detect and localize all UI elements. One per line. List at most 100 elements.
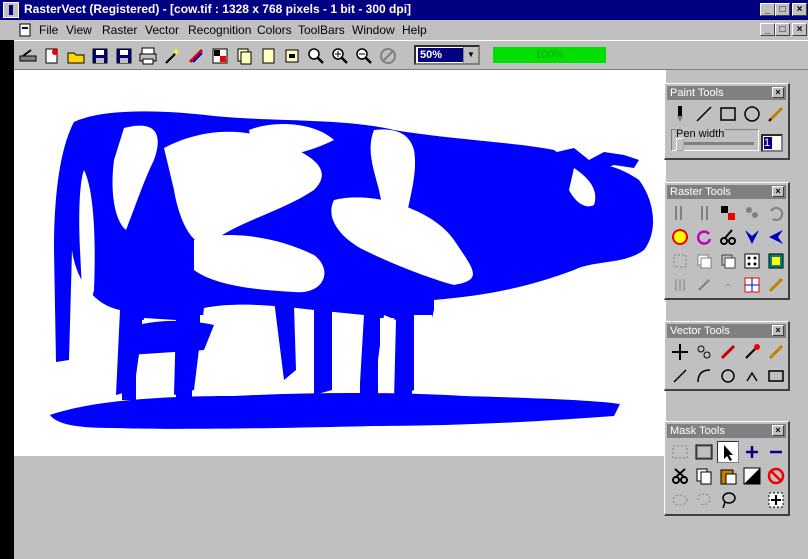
new-file-icon[interactable] <box>41 45 63 67</box>
minus-mask-icon[interactable] <box>765 441 787 463</box>
layers-icon[interactable] <box>693 250 715 272</box>
close-button[interactable]: × <box>792 3 807 16</box>
menu-file[interactable]: File <box>39 23 58 37</box>
select-area-icon[interactable] <box>669 250 691 272</box>
rectangle-icon[interactable] <box>717 103 739 125</box>
invert-icon[interactable] <box>741 465 763 487</box>
page-icon[interactable] <box>257 45 279 67</box>
triangle-icon[interactable] <box>741 365 763 387</box>
scissors-icon[interactable] <box>669 465 691 487</box>
menu-recognition[interactable]: Recognition <box>188 23 251 37</box>
chevron-down-icon[interactable]: ▼ <box>463 47 478 63</box>
flip-icon[interactable] <box>693 202 715 224</box>
mask-select-all-icon[interactable] <box>693 441 715 463</box>
menu-help[interactable]: Help <box>402 23 427 37</box>
menu-vector[interactable]: Vector <box>145 23 179 37</box>
arrow-left-icon[interactable] <box>765 226 787 248</box>
zoom-value: 50% <box>418 48 466 62</box>
doc-restore-button[interactable]: □ <box>775 23 790 36</box>
vector-tools-palette: Vector Tools × <box>664 321 790 391</box>
scanner-icon[interactable] <box>17 45 39 67</box>
despeckle-icon[interactable] <box>741 202 763 224</box>
save-as-icon[interactable] <box>113 45 135 67</box>
zoom-select[interactable]: 50% ▼ <box>414 45 480 65</box>
stop-icon[interactable] <box>377 45 399 67</box>
minus-icon[interactable] <box>717 274 739 296</box>
crop-icon[interactable] <box>717 202 739 224</box>
vector-line-icon[interactable] <box>669 365 691 387</box>
doc-close-button[interactable]: × <box>792 23 807 36</box>
copy-layer-icon[interactable] <box>717 250 739 272</box>
app-icon[interactable] <box>3 2 19 18</box>
copy-mask-icon[interactable] <box>693 465 715 487</box>
skew-icon[interactable] <box>693 274 715 296</box>
close-icon[interactable]: × <box>772 425 784 436</box>
ellipse-icon[interactable] <box>741 103 763 125</box>
cut-icon[interactable] <box>717 226 739 248</box>
open-folder-icon[interactable] <box>65 45 87 67</box>
hatch-icon[interactable] <box>669 274 691 296</box>
vector-rect-icon[interactable] <box>765 365 787 387</box>
pen-width-slider[interactable] <box>676 138 684 151</box>
document-icon[interactable] <box>18 23 32 37</box>
palette-icon[interactable] <box>209 45 231 67</box>
zoom-out-icon[interactable] <box>353 45 375 67</box>
copy-icon[interactable] <box>233 45 255 67</box>
picture-icon[interactable] <box>765 250 787 272</box>
close-icon[interactable]: × <box>772 186 784 197</box>
refresh-icon[interactable] <box>693 226 715 248</box>
no-icon[interactable] <box>765 465 787 487</box>
undo-icon[interactable] <box>765 202 787 224</box>
paste-icon[interactable] <box>717 465 739 487</box>
menu-view[interactable]: View <box>66 23 92 37</box>
line-icon[interactable] <box>693 103 715 125</box>
save-icon[interactable] <box>89 45 111 67</box>
pointer-icon[interactable] <box>717 441 739 463</box>
magic-vector-icon[interactable] <box>741 341 763 363</box>
node-edit-icon[interactable] <box>693 341 715 363</box>
menu-window[interactable]: Window <box>352 23 395 37</box>
paint-tools-title[interactable]: Paint Tools × <box>667 86 786 100</box>
number-2-icon[interactable] <box>669 226 691 248</box>
pen-width-group: Pen width <box>671 128 759 151</box>
zoom-in-icon[interactable] <box>329 45 351 67</box>
menu-toolbars[interactable]: ToolBars <box>298 23 345 37</box>
pencil-icon[interactable] <box>185 45 207 67</box>
menu-colors[interactable]: Colors <box>257 23 292 37</box>
mask-rect-icon[interactable] <box>669 441 691 463</box>
menu-raster[interactable]: Raster <box>102 23 137 37</box>
eraser-icon[interactable] <box>765 274 787 296</box>
mask-tools-title[interactable]: Mask Tools × <box>667 424 786 438</box>
close-icon[interactable]: × <box>772 87 784 98</box>
pencil-tool-icon[interactable] <box>765 103 787 125</box>
magic-lasso-icon[interactable] <box>717 489 739 511</box>
cow-image <box>50 111 654 429</box>
draw-vector-icon[interactable] <box>765 341 787 363</box>
grid-icon[interactable] <box>741 274 763 296</box>
image-canvas[interactable] <box>14 70 666 456</box>
brush-icon[interactable] <box>669 103 691 125</box>
arc-icon[interactable] <box>693 365 715 387</box>
dice-icon[interactable] <box>741 250 763 272</box>
arrow-down-icon[interactable] <box>741 226 763 248</box>
move-icon[interactable] <box>669 341 691 363</box>
maximize-button[interactable]: □ <box>775 3 790 16</box>
erase-vector-icon[interactable] <box>717 341 739 363</box>
doc-minimize-button[interactable]: _ <box>760 23 775 36</box>
magic-wand-icon[interactable] <box>161 45 183 67</box>
close-icon[interactable]: × <box>772 325 784 336</box>
minimize-button[interactable]: _ <box>760 3 775 16</box>
mask-ellipse-icon[interactable] <box>669 489 691 511</box>
lasso-icon[interactable] <box>693 489 715 511</box>
print-icon[interactable] <box>137 45 159 67</box>
plus-icon[interactable] <box>741 441 763 463</box>
zoom-icon[interactable] <box>305 45 327 67</box>
raster-tools-title[interactable]: Raster Tools × <box>667 185 786 199</box>
add-point-icon[interactable] <box>765 489 787 511</box>
export-icon[interactable] <box>281 45 303 67</box>
pen-width-input[interactable]: 1 <box>761 134 783 152</box>
vector-tools-title[interactable]: Vector Tools × <box>667 324 786 338</box>
rotate-icon[interactable] <box>669 202 691 224</box>
main-toolbar: 50% ▼ 100% <box>0 40 808 70</box>
circle-icon[interactable] <box>717 365 739 387</box>
